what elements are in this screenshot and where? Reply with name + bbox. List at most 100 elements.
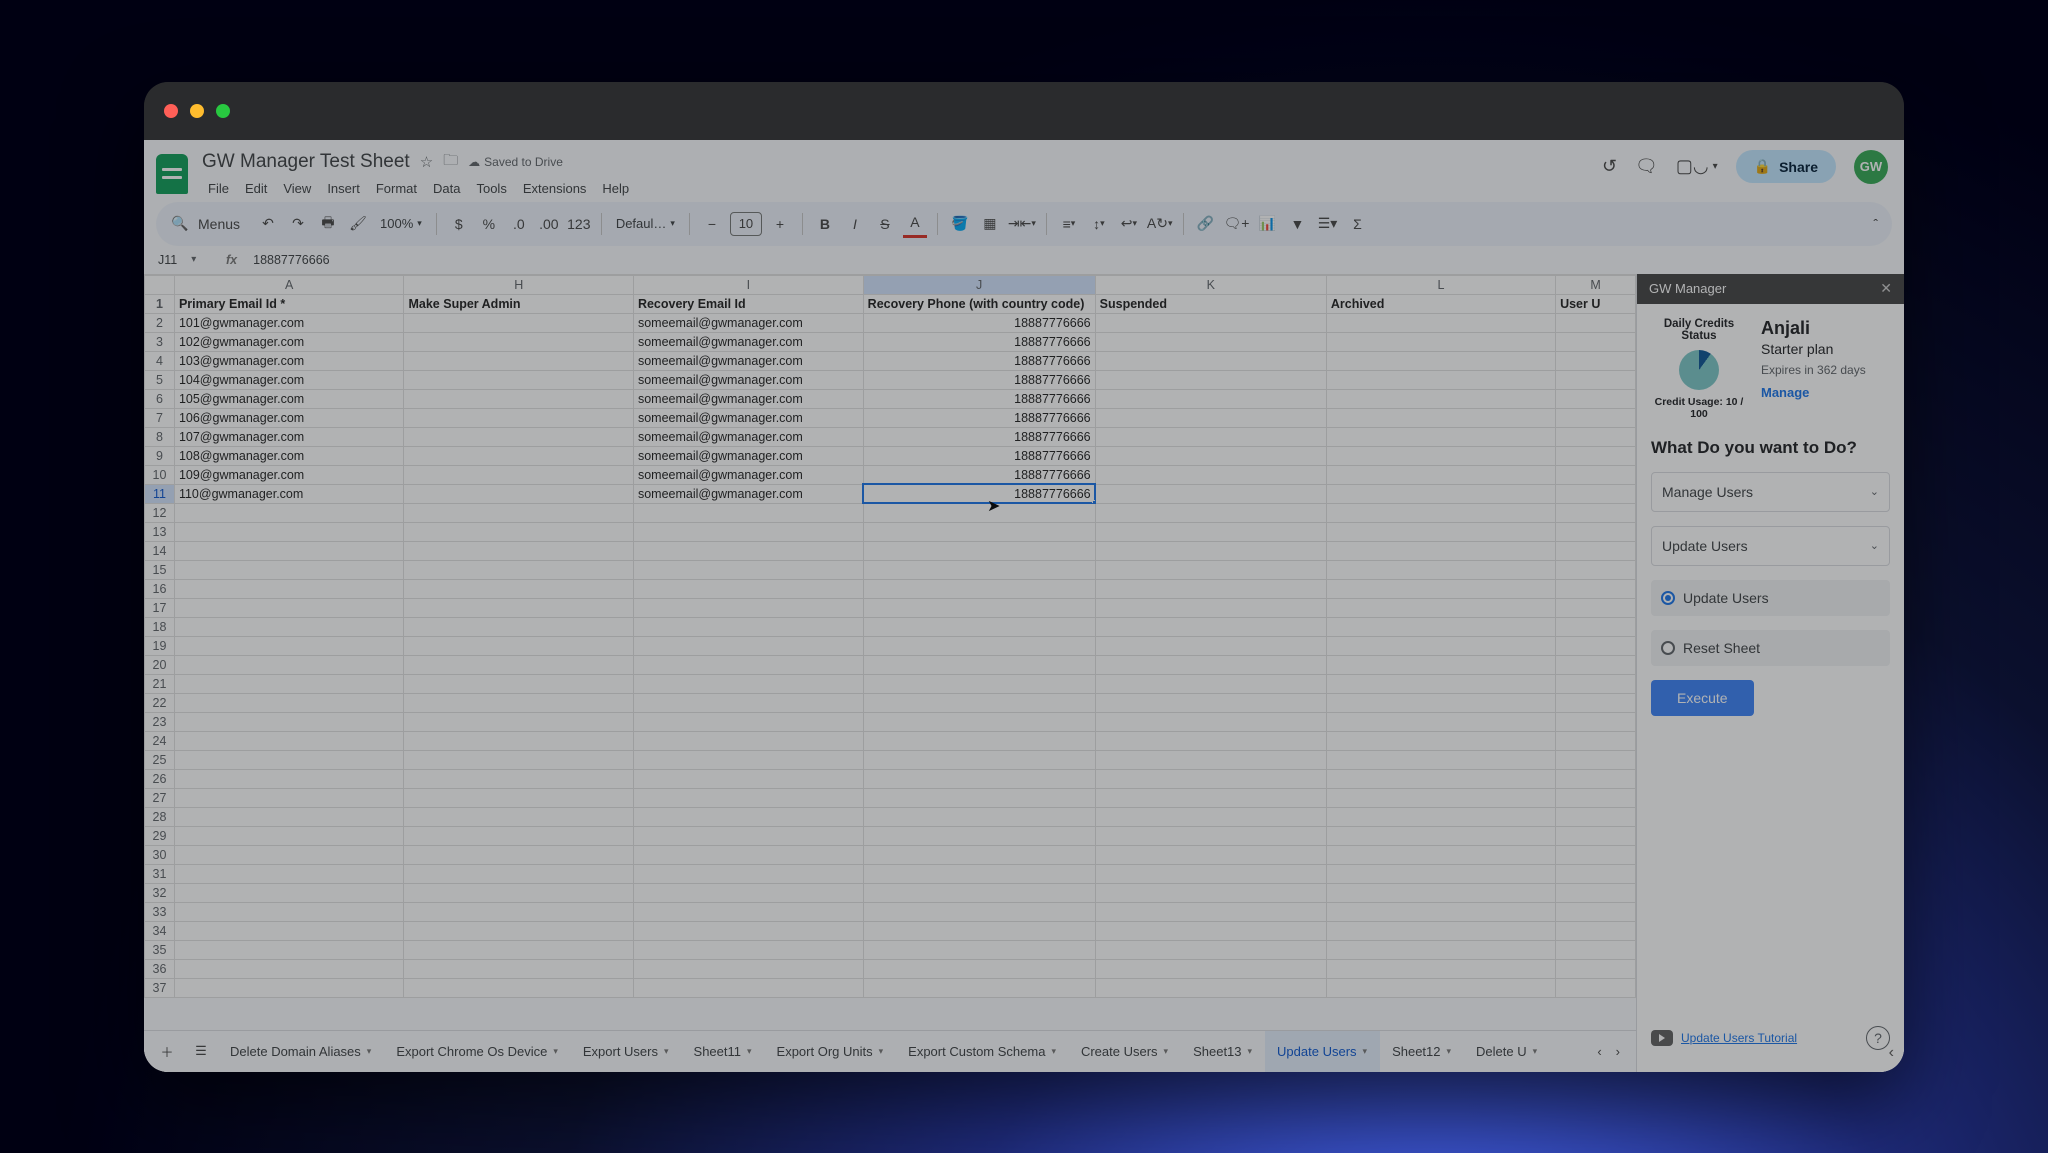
cell[interactable] [1095, 864, 1326, 883]
link-icon[interactable]: 🔗 [1194, 210, 1218, 238]
cell[interactable] [404, 655, 633, 674]
cell[interactable] [174, 978, 404, 997]
cell[interactable] [404, 332, 633, 351]
cell[interactable] [1326, 598, 1555, 617]
cell[interactable] [1095, 332, 1326, 351]
cell[interactable]: 18887776666 [863, 484, 1095, 503]
cell[interactable] [633, 978, 863, 997]
chevron-down-icon[interactable]: ▾ [553, 1046, 558, 1057]
cell[interactable] [1326, 332, 1555, 351]
cell[interactable] [404, 864, 633, 883]
cell[interactable] [1556, 541, 1636, 560]
cell[interactable]: 18887776666 [863, 427, 1095, 446]
cell[interactable] [863, 598, 1095, 617]
cell[interactable] [404, 902, 633, 921]
cell[interactable] [404, 598, 633, 617]
row-header[interactable]: 21 [145, 674, 175, 693]
cell[interactable]: 18887776666 [863, 465, 1095, 484]
filter-views-icon[interactable]: ☰▾ [1315, 210, 1339, 238]
cell[interactable] [633, 712, 863, 731]
select-category[interactable]: Manage Users⌄ [1651, 472, 1890, 512]
meet-icon[interactable]: ▢◡ ▾ [1676, 156, 1718, 177]
sheet-tab[interactable]: Sheet13▾ [1181, 1031, 1265, 1072]
cell[interactable] [1556, 883, 1636, 902]
cell[interactable] [1556, 370, 1636, 389]
cell[interactable] [1556, 579, 1636, 598]
help-icon[interactable]: ? [1866, 1026, 1890, 1050]
cell[interactable] [174, 579, 404, 598]
cell[interactable] [174, 883, 404, 902]
cell[interactable] [1556, 598, 1636, 617]
cell[interactable] [404, 883, 633, 902]
cell[interactable] [174, 655, 404, 674]
cell[interactable] [633, 560, 863, 579]
row-header[interactable]: 4 [145, 351, 175, 370]
chevron-down-icon[interactable]: ▾ [879, 1046, 884, 1057]
cell[interactable] [1556, 807, 1636, 826]
sheet-tab[interactable]: Sheet11▾ [682, 1031, 765, 1072]
col-header-A[interactable]: A [174, 275, 404, 294]
cell[interactable] [1326, 389, 1555, 408]
cell[interactable] [863, 902, 1095, 921]
cell[interactable]: someemail@gwmanager.com [633, 427, 863, 446]
cell[interactable] [633, 693, 863, 712]
sheet-tab[interactable]: Create Users▾ [1069, 1031, 1181, 1072]
cell[interactable] [1326, 807, 1555, 826]
spreadsheet-grid[interactable]: AHIJKLM1Primary Email Id *Make Super Adm… [144, 274, 1636, 1030]
star-icon[interactable]: ☆ [420, 153, 433, 171]
cell[interactable] [1095, 560, 1326, 579]
menu-format[interactable]: Format [370, 179, 423, 198]
cell[interactable]: 18887776666 [863, 313, 1095, 332]
cell[interactable] [863, 522, 1095, 541]
cell[interactable] [1095, 902, 1326, 921]
tabs-prev-icon[interactable]: ‹ [1597, 1044, 1601, 1059]
cell[interactable] [1326, 978, 1555, 997]
cell[interactable] [1326, 560, 1555, 579]
cell[interactable] [174, 693, 404, 712]
cell[interactable]: someemail@gwmanager.com [633, 408, 863, 427]
cell[interactable] [1095, 351, 1326, 370]
cell[interactable] [174, 560, 404, 579]
cell[interactable]: someemail@gwmanager.com [633, 332, 863, 351]
cell[interactable] [404, 826, 633, 845]
cell[interactable] [1326, 750, 1555, 769]
cell[interactable]: 18887776666 [863, 408, 1095, 427]
cell[interactable] [1095, 617, 1326, 636]
col-header-L[interactable]: L [1326, 275, 1555, 294]
comment-icon[interactable]: 🗨+ [1224, 210, 1250, 238]
menu-view[interactable]: View [277, 179, 317, 198]
cell[interactable] [863, 845, 1095, 864]
cell[interactable]: Suspended [1095, 294, 1326, 313]
cell[interactable]: 103@gwmanager.com [174, 351, 404, 370]
doc-title[interactable]: GW Manager Test Sheet [202, 151, 410, 173]
cell[interactable] [1556, 503, 1636, 522]
row-header[interactable]: 27 [145, 788, 175, 807]
row-header[interactable]: 7 [145, 408, 175, 427]
col-header-K[interactable]: K [1095, 275, 1326, 294]
cell[interactable] [404, 389, 633, 408]
decrease-decimal-icon[interactable]: .0 [507, 210, 531, 238]
menu-data[interactable]: Data [427, 179, 466, 198]
col-header-I[interactable]: I [633, 275, 863, 294]
text-color-icon[interactable]: A [903, 210, 927, 238]
cell[interactable] [1095, 826, 1326, 845]
row-header[interactable]: 34 [145, 921, 175, 940]
cell[interactable]: someemail@gwmanager.com [633, 351, 863, 370]
cell[interactable] [633, 655, 863, 674]
row-header[interactable]: 22 [145, 693, 175, 712]
row-header[interactable]: 35 [145, 940, 175, 959]
merge-icon[interactable]: ⇥⇤ ▾ [1008, 210, 1036, 238]
cell[interactable] [174, 864, 404, 883]
cell[interactable] [1556, 902, 1636, 921]
cell[interactable] [1326, 769, 1555, 788]
row-header[interactable]: 31 [145, 864, 175, 883]
search-menus[interactable]: Menus [198, 216, 240, 232]
cell[interactable] [633, 826, 863, 845]
cell[interactable] [174, 522, 404, 541]
radio-update-users[interactable]: Update Users [1651, 580, 1890, 616]
cell[interactable] [174, 598, 404, 617]
row-header[interactable]: 36 [145, 959, 175, 978]
cell[interactable]: 18887776666 [863, 332, 1095, 351]
row-header[interactable]: 3 [145, 332, 175, 351]
decrease-font-icon[interactable]: − [700, 210, 724, 238]
